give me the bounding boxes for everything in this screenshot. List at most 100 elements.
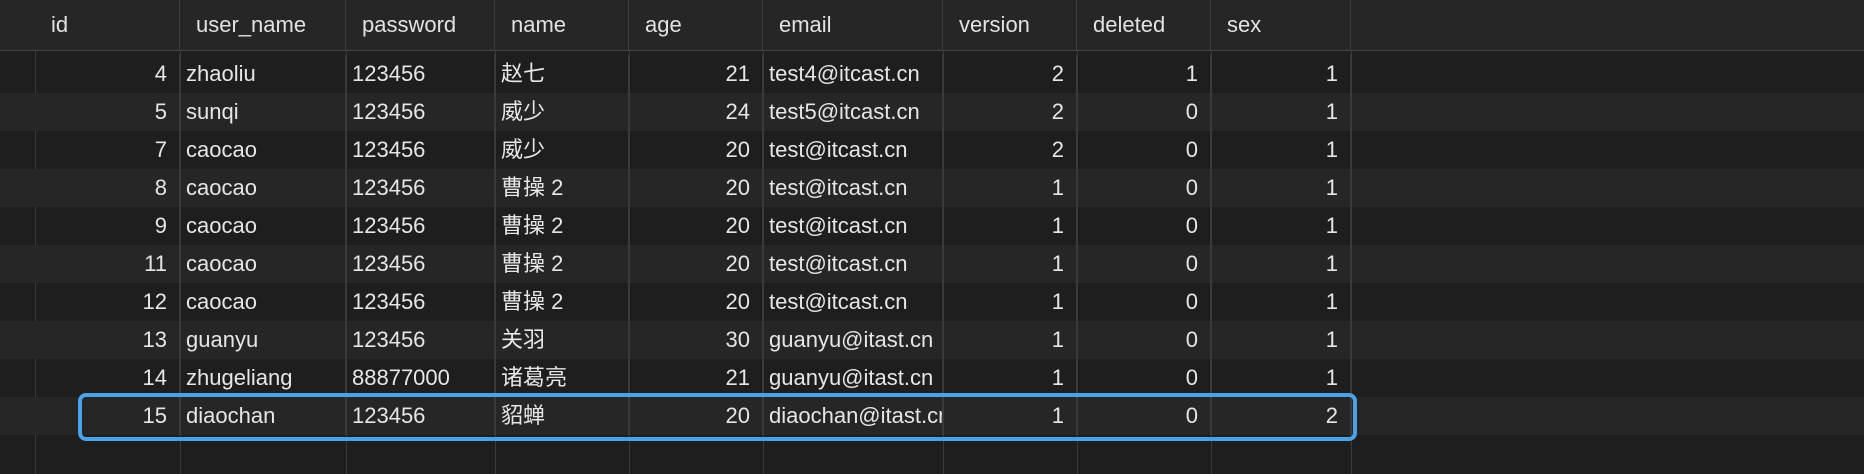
cell-age[interactable]: 24 [629, 93, 763, 131]
column-header-sex[interactable]: sex [1211, 0, 1351, 50]
cell-user-name[interactable]: sunqi [180, 93, 346, 131]
cell-name[interactable]: 曹操 2 [495, 207, 629, 245]
cell-password[interactable]: 123456 [346, 397, 495, 435]
cell-deleted[interactable]: 0 [1077, 321, 1211, 359]
cell-version[interactable]: 1 [943, 397, 1077, 435]
cell-user-name[interactable]: caocao [180, 131, 346, 169]
cell-id[interactable]: 8 [35, 169, 180, 207]
cell-id[interactable]: 12 [35, 283, 180, 321]
cell-password[interactable]: 123456 [346, 131, 495, 169]
cell-deleted[interactable]: 0 [1077, 169, 1211, 207]
cell-user-name[interactable]: caocao [180, 207, 346, 245]
cell-age[interactable]: 21 [629, 55, 763, 93]
cell-deleted[interactable]: 0 [1077, 359, 1211, 397]
cell-email[interactable]: test@itcast.cn [763, 131, 943, 169]
cell-version[interactable]: 1 [943, 321, 1077, 359]
cell-deleted[interactable]: 0 [1077, 207, 1211, 245]
cell-age[interactable]: 20 [629, 397, 763, 435]
table-row[interactable]: 9 caocao 123456 曹操 2 20 test@itcast.cn 1 0 1 [0, 207, 1864, 245]
cell-version[interactable]: 1 [943, 283, 1077, 321]
table-row[interactable]: 15 diaochan 123456 貂蝉 20 diaochan@itast.cn 1 0 2 [0, 397, 1864, 435]
cell-deleted[interactable]: 0 [1077, 245, 1211, 283]
cell-name[interactable]: 诸葛亮 [495, 359, 629, 397]
cell-sex[interactable]: 1 [1211, 207, 1351, 245]
table-row[interactable]: 8 caocao 123456 曹操 2 20 test@itcast.cn 1 0 1 [0, 169, 1864, 207]
cell-email[interactable]: diaochan@itast.cn [763, 397, 943, 435]
cell-password[interactable]: 88877000 [346, 359, 495, 397]
cell-user-name[interactable]: zhugeliang [180, 359, 346, 397]
cell-version[interactable]: 2 [943, 55, 1077, 93]
cell-password[interactable]: 123456 [346, 245, 495, 283]
cell-age[interactable]: 30 [629, 321, 763, 359]
table-row[interactable]: 14 zhugeliang 88877000 诸葛亮 21 guanyu@itast.cn… [0, 359, 1864, 397]
cell-id[interactable]: 5 [35, 93, 180, 131]
cell-id[interactable]: 7 [35, 131, 180, 169]
table-row[interactable]: 11 caocao 123456 曹操 2 20 test@itcast.cn 1 0 1 [0, 245, 1864, 283]
cell-version[interactable]: 2 [943, 131, 1077, 169]
cell-age[interactable]: 20 [629, 245, 763, 283]
cell-version[interactable]: 1 [943, 207, 1077, 245]
cell-email[interactable]: test@itcast.cn [763, 169, 943, 207]
cell-id[interactable]: 13 [35, 321, 180, 359]
cell-sex[interactable]: 1 [1211, 321, 1351, 359]
cell-id[interactable]: 15 [35, 397, 180, 435]
cell-sex[interactable]: 1 [1211, 359, 1351, 397]
cell-deleted[interactable]: 1 [1077, 55, 1211, 93]
cell-sex[interactable]: 1 [1211, 55, 1351, 93]
cell-name[interactable]: 威少 [495, 93, 629, 131]
column-header-version[interactable]: version [943, 0, 1077, 50]
table-row[interactable]: 5 sunqi 123456 威少 24 test5@itcast.cn 2 0 1 [0, 93, 1864, 131]
cell-password[interactable]: 123456 [346, 55, 495, 93]
column-header-id[interactable]: id [35, 0, 180, 50]
cell-name[interactable]: 曹操 2 [495, 283, 629, 321]
cell-version[interactable]: 2 [943, 93, 1077, 131]
cell-password[interactable]: 123456 [346, 169, 495, 207]
cell-sex[interactable]: 1 [1211, 169, 1351, 207]
cell-name[interactable]: 赵七 [495, 55, 629, 93]
cell-email[interactable]: test@itcast.cn [763, 283, 943, 321]
table-row[interactable]: 4 zhaoliu 123456 赵七 21 test4@itcast.cn 2 1 1 [0, 55, 1864, 93]
cell-age[interactable]: 20 [629, 283, 763, 321]
cell-user-name[interactable]: caocao [180, 169, 346, 207]
table-row[interactable]: 13 guanyu 123456 关羽 30 guanyu@itast.cn 1 0 1 [0, 321, 1864, 359]
cell-sex[interactable]: 1 [1211, 283, 1351, 321]
cell-age[interactable]: 20 [629, 207, 763, 245]
cell-email[interactable]: test@itcast.cn [763, 207, 943, 245]
cell-password[interactable]: 123456 [346, 283, 495, 321]
cell-sex[interactable]: 2 [1211, 397, 1351, 435]
cell-name[interactable]: 威少 [495, 131, 629, 169]
cell-email[interactable]: guanyu@itast.cn [763, 321, 943, 359]
cell-user-name[interactable]: caocao [180, 283, 346, 321]
column-header-user-name[interactable]: user_name [180, 0, 346, 50]
cell-id[interactable]: 14 [35, 359, 180, 397]
cell-id[interactable]: 9 [35, 207, 180, 245]
cell-sex[interactable]: 1 [1211, 93, 1351, 131]
cell-password[interactable]: 123456 [346, 93, 495, 131]
cell-user-name[interactable]: diaochan [180, 397, 346, 435]
cell-name[interactable]: 曹操 2 [495, 245, 629, 283]
cell-id[interactable]: 11 [35, 245, 180, 283]
column-header-deleted[interactable]: deleted [1077, 0, 1211, 50]
cell-user-name[interactable]: zhaoliu [180, 55, 346, 93]
cell-age[interactable]: 20 [629, 131, 763, 169]
cell-version[interactable]: 1 [943, 359, 1077, 397]
cell-deleted[interactable]: 0 [1077, 397, 1211, 435]
cell-name[interactable]: 貂蝉 [495, 397, 629, 435]
cell-age[interactable]: 20 [629, 169, 763, 207]
cell-deleted[interactable]: 0 [1077, 93, 1211, 131]
cell-version[interactable]: 1 [943, 245, 1077, 283]
cell-name[interactable]: 关羽 [495, 321, 629, 359]
cell-sex[interactable]: 1 [1211, 245, 1351, 283]
cell-email[interactable]: test5@itcast.cn [763, 93, 943, 131]
cell-email[interactable]: test@itcast.cn [763, 245, 943, 283]
table-row[interactable]: 7 caocao 123456 威少 20 test@itcast.cn 2 0 1 [0, 131, 1864, 169]
cell-version[interactable]: 1 [943, 169, 1077, 207]
column-header-age[interactable]: age [629, 0, 763, 50]
cell-user-name[interactable]: guanyu [180, 321, 346, 359]
cell-name[interactable]: 曹操 2 [495, 169, 629, 207]
cell-user-name[interactable]: caocao [180, 245, 346, 283]
cell-id[interactable]: 4 [35, 55, 180, 93]
column-header-password[interactable]: password [346, 0, 495, 50]
cell-email[interactable]: test4@itcast.cn [763, 55, 943, 93]
table-row[interactable]: 12 caocao 123456 曹操 2 20 test@itcast.cn 1 0 1 [0, 283, 1864, 321]
